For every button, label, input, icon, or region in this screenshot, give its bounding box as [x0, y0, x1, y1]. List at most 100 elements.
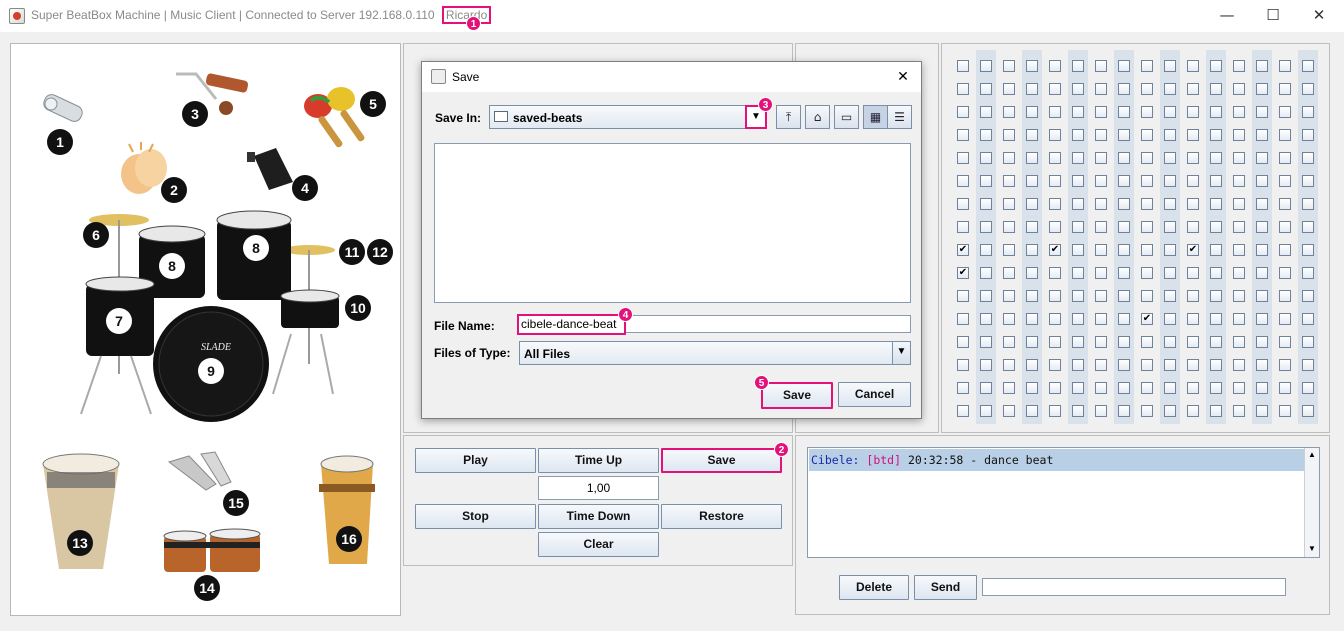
beat-checkbox[interactable] [1095, 359, 1107, 371]
beat-checkbox[interactable] [1072, 290, 1084, 302]
beat-checkbox[interactable] [1049, 267, 1061, 279]
beat-checkbox[interactable] [1256, 405, 1268, 417]
beat-checkbox[interactable] [1095, 175, 1107, 187]
beat-checkbox[interactable] [1141, 83, 1153, 95]
beat-checkbox[interactable] [1141, 221, 1153, 233]
beat-checkbox[interactable]: ✔ [1049, 244, 1061, 256]
beat-checkbox[interactable] [1072, 60, 1084, 72]
beat-checkbox[interactable] [1118, 83, 1130, 95]
beat-checkbox[interactable] [1256, 382, 1268, 394]
beat-checkbox[interactable] [1095, 405, 1107, 417]
save-button[interactable]: Save [661, 448, 782, 473]
beat-checkbox[interactable] [980, 244, 992, 256]
beat-checkbox[interactable] [1302, 405, 1314, 417]
beat-checkbox[interactable] [1164, 129, 1176, 141]
beat-checkbox[interactable] [1302, 106, 1314, 118]
beat-checkbox[interactable] [957, 60, 969, 72]
beat-checkbox[interactable] [1164, 83, 1176, 95]
beat-checkbox[interactable] [1141, 382, 1153, 394]
beat-checkbox[interactable] [1049, 359, 1061, 371]
beat-checkbox[interactable] [1026, 244, 1038, 256]
beat-checkbox[interactable] [1233, 313, 1245, 325]
beat-checkbox[interactable] [980, 382, 992, 394]
beat-checkbox[interactable] [1026, 267, 1038, 279]
beat-checkbox[interactable] [1164, 244, 1176, 256]
beat-checkbox[interactable] [1256, 198, 1268, 210]
beat-checkbox[interactable] [1210, 313, 1222, 325]
dialog-save-button[interactable]: Save [761, 382, 833, 409]
beat-checkbox[interactable] [1072, 244, 1084, 256]
file-name-input[interactable]: cibele-dance-beat [517, 314, 626, 335]
beat-checkbox[interactable] [1279, 405, 1291, 417]
beat-checkbox[interactable] [1118, 359, 1130, 371]
chat-message-input[interactable] [982, 578, 1286, 596]
beat-checkbox[interactable] [980, 175, 992, 187]
beat-checkbox[interactable] [1141, 405, 1153, 417]
beat-checkbox[interactable] [1095, 221, 1107, 233]
beat-checkbox[interactable] [1302, 336, 1314, 348]
beat-checkbox[interactable] [980, 60, 992, 72]
files-of-type-dropdown-icon[interactable]: ▼ [892, 342, 910, 364]
beat-checkbox[interactable] [1279, 60, 1291, 72]
beat-checkbox[interactable] [980, 313, 992, 325]
beat-checkbox[interactable] [1302, 83, 1314, 95]
beat-checkbox[interactable] [1026, 60, 1038, 72]
beat-checkbox[interactable] [1141, 129, 1153, 141]
beat-checkbox[interactable] [1233, 106, 1245, 118]
beat-checkbox[interactable] [1279, 198, 1291, 210]
beat-checkbox[interactable] [1233, 382, 1245, 394]
beat-checkbox[interactable] [1141, 359, 1153, 371]
beat-checkbox[interactable] [1118, 60, 1130, 72]
beat-checkbox[interactable] [1003, 221, 1015, 233]
beat-checkbox[interactable] [1003, 60, 1015, 72]
beat-checkbox[interactable] [1072, 106, 1084, 118]
home-folder-icon[interactable]: ⌂ [805, 105, 830, 129]
beat-checkbox[interactable] [1256, 313, 1268, 325]
beat-checkbox[interactable] [1256, 244, 1268, 256]
beat-checkbox[interactable] [1187, 83, 1199, 95]
beat-checkbox[interactable] [1302, 313, 1314, 325]
beat-checkbox[interactable] [1026, 129, 1038, 141]
beat-checkbox[interactable]: ✔ [957, 244, 969, 256]
beat-checkbox[interactable] [1118, 244, 1130, 256]
beat-checkbox[interactable] [1256, 175, 1268, 187]
beat-checkbox[interactable] [1187, 313, 1199, 325]
beat-checkbox[interactable] [1118, 336, 1130, 348]
beat-checkbox[interactable] [1210, 382, 1222, 394]
beat-checkbox[interactable] [1003, 129, 1015, 141]
beat-checkbox[interactable] [1279, 175, 1291, 187]
beat-checkbox[interactable] [1118, 405, 1130, 417]
beat-checkbox[interactable] [1072, 267, 1084, 279]
beat-checkbox[interactable] [1118, 382, 1130, 394]
beat-checkbox[interactable] [1279, 244, 1291, 256]
beat-checkbox[interactable] [1187, 221, 1199, 233]
beat-checkbox[interactable] [1026, 382, 1038, 394]
beat-checkbox[interactable] [1279, 382, 1291, 394]
dialog-cancel-button[interactable]: Cancel [838, 382, 911, 407]
beat-checkbox[interactable] [1095, 60, 1107, 72]
beat-checkbox[interactable] [957, 359, 969, 371]
scroll-up-arrow-icon[interactable]: ▲ [1307, 450, 1317, 460]
beat-checkbox[interactable] [1187, 198, 1199, 210]
beat-checkbox[interactable] [1118, 267, 1130, 279]
beat-checkbox[interactable] [980, 359, 992, 371]
beat-checkbox[interactable] [1210, 405, 1222, 417]
beat-checkbox[interactable] [1302, 382, 1314, 394]
beat-checkbox[interactable] [1187, 267, 1199, 279]
beat-checkbox[interactable] [1233, 336, 1245, 348]
beat-checkbox[interactable] [1279, 221, 1291, 233]
beat-checkbox[interactable] [1072, 382, 1084, 394]
beat-checkbox[interactable] [980, 267, 992, 279]
details-view-icon[interactable]: ☰ [887, 105, 912, 129]
beat-checkbox[interactable] [1164, 175, 1176, 187]
beat-checkbox[interactable] [1118, 290, 1130, 302]
beat-checkbox[interactable] [1141, 267, 1153, 279]
beat-checkbox[interactable] [1118, 129, 1130, 141]
stop-button[interactable]: Stop [415, 504, 536, 529]
beat-checkbox[interactable] [1164, 152, 1176, 164]
beat-checkbox[interactable] [1302, 175, 1314, 187]
beat-checkbox[interactable] [1187, 106, 1199, 118]
beat-checkbox[interactable] [1187, 129, 1199, 141]
beat-checkbox[interactable] [1302, 129, 1314, 141]
beat-checkbox[interactable] [1279, 129, 1291, 141]
